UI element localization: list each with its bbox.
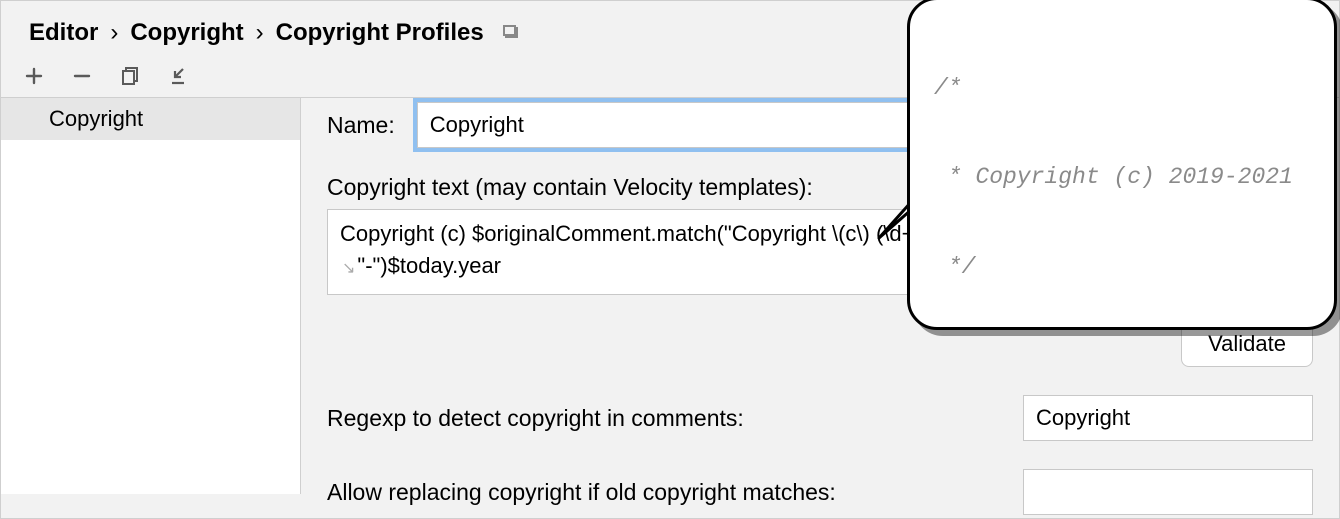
import-button[interactable] — [165, 63, 191, 89]
breadcrumb-separator: › — [256, 19, 264, 47]
breadcrumb-separator: › — [110, 19, 118, 47]
copyright-text-value-line1: Copyright (c) $originalComment.match("Co… — [340, 221, 966, 246]
profiles-list[interactable]: Copyright — [1, 98, 301, 494]
breadcrumb-item-copyright-profiles[interactable]: Copyright Profiles — [276, 19, 484, 47]
preview-tooltip-line: */ — [934, 253, 1310, 283]
allow-replace-label: Allow replacing copyright if old copyrig… — [327, 479, 836, 506]
remove-button[interactable] — [69, 63, 95, 89]
preview-tooltip-line: * Copyright (c) 2019-2021 — [934, 163, 1310, 193]
regexp-input[interactable] — [1023, 395, 1313, 441]
soft-wrap-icon: ↘ — [340, 260, 357, 277]
breadcrumb-item-copyright[interactable]: Copyright — [130, 19, 243, 47]
copy-button[interactable] — [117, 63, 143, 89]
add-button[interactable] — [21, 63, 47, 89]
list-item[interactable]: Copyright — [1, 98, 300, 140]
copyright-text-value-line2: "-")$today.year — [357, 253, 501, 278]
list-item-label: Copyright — [49, 106, 143, 131]
preview-tooltip: /* * Copyright (c) 2019-2021 */ — [907, 0, 1337, 330]
name-label: Name: — [327, 112, 395, 139]
regexp-label: Regexp to detect copyright in comments: — [327, 405, 744, 432]
scheme-switcher-icon[interactable] — [502, 23, 522, 43]
allow-replace-input[interactable] — [1023, 469, 1313, 515]
breadcrumb-item-editor[interactable]: Editor — [29, 19, 98, 47]
preview-tooltip-line: /* — [934, 74, 1310, 104]
validate-button-label: Validate — [1208, 331, 1286, 356]
